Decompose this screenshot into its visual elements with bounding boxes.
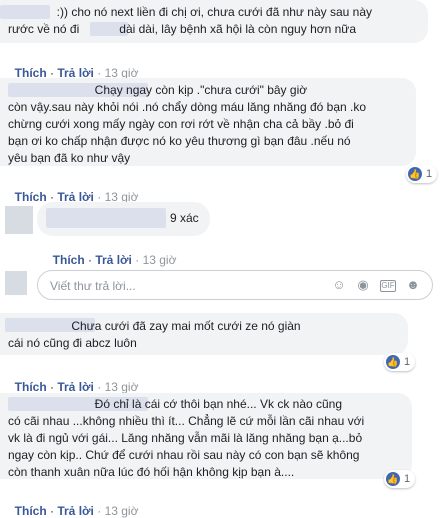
comment-text: 9 xác [170, 211, 199, 225]
comment-text: Chạy ngay còn kịp ."chưa cưới" bây giờ [8, 83, 308, 97]
redacted-name [46, 208, 166, 228]
reaction-count: 1 [404, 473, 411, 485]
comment-text: bạn ơi ko chấp nhận được nó ko yêu thươn… [8, 134, 351, 148]
comment-text: :)) cho nó next liền đi chị ơi, chưa cướ… [50, 5, 372, 19]
gif-icon[interactable]: GIF [380, 280, 396, 292]
reply-link[interactable]: Trả lời [95, 253, 132, 267]
comment-text: yêu bạn đã ko như vậy [8, 151, 131, 165]
comment-actions: Thích · Trả lời · 13 giờ [14, 380, 139, 394]
reaction-badge[interactable]: 👍 1 [384, 470, 416, 488]
comment-text: cái nó cũng đi abcz luôn [8, 336, 137, 350]
reply-placeholder: Viết thư trả lời... [50, 279, 136, 293]
reaction-badge[interactable]: 👍 1 [384, 353, 416, 371]
like-link[interactable]: Thích [15, 504, 47, 518]
reaction-count: 1 [404, 356, 411, 368]
comment-text: còn thanh xuân nữa lúc đó hối hận không … [8, 465, 295, 479]
reply-link[interactable]: Trả lời [57, 504, 94, 518]
comment-actions: Thích · Trả lời · 13 giờ [52, 253, 177, 267]
like-reaction-icon: 👍 [408, 167, 422, 181]
comment-text: có cãi nhau ...không nhiều thì ít... Chẳ… [8, 414, 365, 428]
avatar[interactable] [5, 206, 33, 234]
comment-text: vk là đi ngủ với gái... Lăng nhăng vẫn m… [8, 431, 363, 445]
comment-text: rước về nó đi dài dài, lây bệnh xã hội l… [8, 22, 356, 36]
reaction-count: 1 [426, 168, 433, 180]
like-reaction-icon: 👍 [386, 472, 400, 486]
reaction-badge[interactable]: 👍 1 [406, 165, 438, 183]
redacted-name [0, 5, 50, 19]
reply-input[interactable]: Viết thư trả lời... ☺ ◉ GIF ☻ [37, 270, 433, 300]
comment-actions: Thích · Trả lời · 13 giờ [14, 66, 139, 80]
camera-icon[interactable]: ◉ [356, 278, 370, 292]
timestamp[interactable]: 13 giờ [143, 253, 177, 267]
like-link[interactable]: Thích [53, 253, 85, 267]
sticker-icon[interactable]: ☻ [406, 278, 420, 292]
comment-text: Đó chỉ là cái cớ thôi bạn nhé... Vk ck n… [8, 397, 343, 411]
my-avatar[interactable] [5, 271, 27, 295]
comment-text: chừng cưới xong mấy ngày con rơi rớt về … [8, 117, 354, 131]
like-link[interactable]: Thích [15, 380, 47, 394]
comment-text: Chưa cưới đã zay mai mốt cưới ze nó giàn [8, 319, 301, 333]
comment-text: còn vậy.sau này khỏi nói .nó chẩy dòng m… [8, 100, 367, 114]
comment-text: ngay còn kịp.. Chứ để cưới nhau rồi sau … [8, 448, 360, 462]
timestamp[interactable]: 13 giờ [105, 504, 139, 518]
emoji-icon[interactable]: ☺ [332, 278, 346, 292]
timestamp[interactable]: 13 giờ [105, 380, 139, 394]
like-reaction-icon: 👍 [386, 355, 400, 369]
reply-link[interactable]: Trả lời [57, 380, 94, 394]
comment-actions: Thích · Trả lời · 13 giờ [14, 504, 139, 518]
like-link[interactable]: Thích [15, 190, 47, 204]
comment-actions: Thích · Trả lời · 13 giờ [14, 190, 139, 204]
